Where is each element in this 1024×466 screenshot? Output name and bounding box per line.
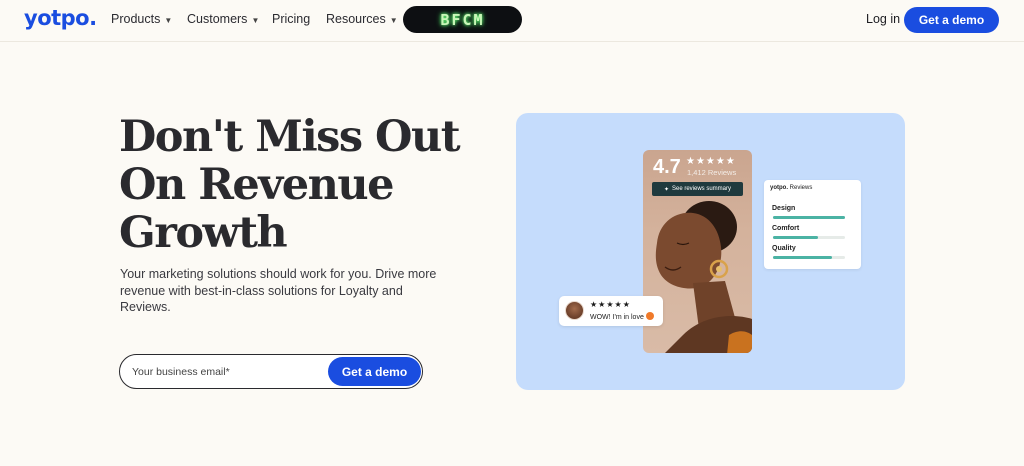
nav-item-label: Customers: [187, 12, 248, 26]
headline-line: Don't Miss Out: [119, 112, 461, 162]
attribute-label: Comfort: [772, 225, 800, 232]
nav-item-resources[interactable]: Resources ▼: [326, 12, 398, 26]
ratings-card-brand: yotpo. Reviews: [770, 185, 812, 191]
nav-item-customers[interactable]: Customers ▼: [187, 12, 259, 26]
ratings-card-logo: yotpo.: [770, 185, 788, 191]
nav-item-pricing[interactable]: Pricing: [272, 12, 310, 26]
top-nav: yotpo. Products ▼ Customers ▼ Pricing Re…: [0, 0, 1024, 42]
headline-line: On Revenue: [119, 160, 395, 210]
star-rating-icon: ★★★★★: [686, 156, 736, 167]
review-text-label: WOW! I'm in love: [590, 314, 644, 321]
attribute-bar: [773, 216, 845, 219]
chevron-down-icon: ▼: [389, 15, 398, 25]
attribute-label: Design: [772, 205, 796, 212]
summary-chip-label: See reviews summary: [672, 186, 732, 192]
yotpo-logo[interactable]: yotpo.: [24, 6, 97, 30]
reviews-summary-chip[interactable]: ✦ See reviews summary: [652, 182, 743, 196]
attribute-bar-fill: [773, 216, 845, 219]
hero-subtext: Your marketing solutions should work for…: [120, 267, 437, 314]
avatar: [565, 301, 584, 320]
attribute-label: Quality: [772, 245, 796, 252]
hero-headline: Don't Miss Out On Revenue Growth: [119, 113, 499, 257]
rating-value: 4.7: [653, 156, 681, 178]
chevron-down-icon: ▼: [164, 15, 173, 25]
get-demo-button[interactable]: Get a demo: [328, 357, 421, 386]
attribute-ratings-card: yotpo. Reviews Design Comfort Quality: [764, 180, 861, 269]
attribute-bar-fill: [773, 236, 818, 239]
email-input[interactable]: [132, 363, 322, 381]
ratings-card-suffix: Reviews: [789, 185, 813, 191]
login-link[interactable]: Log in: [866, 12, 900, 26]
headline-line: Growth: [119, 208, 288, 258]
nav-item-label: Resources: [326, 12, 386, 26]
heart-eyes-emoji-icon: [645, 312, 654, 320]
review-text: WOW! I'm in love: [590, 312, 654, 321]
sparkle-icon: ✦: [663, 186, 669, 193]
nav-item-label: Products: [111, 12, 161, 26]
review-snippet-card: ★★★★★ WOW! I'm in love: [559, 296, 663, 326]
nav-item-label: Pricing: [272, 12, 311, 26]
email-signup-form: Get a demo: [119, 354, 423, 389]
chevron-down-icon: ▼: [251, 15, 260, 25]
review-count: 1,412 Reviews: [687, 168, 737, 177]
get-demo-button-nav[interactable]: Get a demo: [904, 7, 999, 33]
woman-portrait: [655, 201, 752, 353]
attribute-bar-fill: [773, 256, 833, 259]
promo-badge-label: BFCM: [440, 10, 485, 29]
attribute-bar: [773, 256, 845, 259]
bfcm-promo-badge[interactable]: BFCM: [403, 6, 522, 33]
star-rating-icon: ★★★★★: [590, 300, 631, 309]
nav-item-products[interactable]: Products ▼: [111, 12, 172, 26]
attribute-bar: [773, 236, 845, 239]
